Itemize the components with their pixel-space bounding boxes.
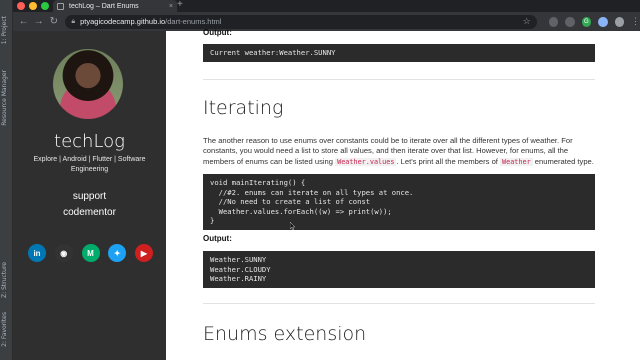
ide-side-strip: 1: Project Resource Manager Z: Structure… [0, 0, 13, 360]
output-label: Output: [203, 234, 232, 243]
tab-title: techLog – Dart Enums [69, 2, 139, 10]
site-brand[interactable]: techLog [13, 131, 166, 152]
section-divider [203, 303, 595, 304]
ide-tab-project[interactable]: 1: Project [1, 16, 8, 44]
extension-icon[interactable] [548, 16, 559, 27]
twitter-icon[interactable]: ✦ [108, 244, 127, 262]
back-button[interactable]: ← [16, 16, 31, 27]
author-avatar [53, 49, 123, 119]
support-link[interactable]: support [13, 191, 166, 202]
ide-tab-structure[interactable]: Z: Structure [1, 262, 8, 298]
browser-menu-icon[interactable]: ⋮ [631, 16, 640, 27]
new-tab-button[interactable]: + [177, 0, 183, 10]
browser-tab-active[interactable]: techLog – Dart Enums × [53, 0, 177, 12]
browser-toolbar: ← → ↻ 🔒︎ ptyagicodecamp.github.io/dart-e… [13, 12, 640, 31]
code-block-output-top: Current weather:Weather.SUNNY [203, 44, 595, 62]
article-content: Output: Current weather:Weather.SUNNY It… [166, 28, 640, 360]
forward-button[interactable]: → [31, 16, 46, 27]
paragraph-text: . Let's print all the members of [396, 156, 501, 166]
url-host: ptyagicodecamp.github.io [80, 17, 166, 26]
medium-icon[interactable]: M [81, 244, 100, 262]
linkedin-icon[interactable]: in [28, 244, 46, 262]
extension-icon[interactable] [598, 16, 608, 27]
site-tagline: Explore | Android | Flutter | Software E… [33, 156, 146, 173]
tab-close-icon[interactable]: × [169, 3, 173, 10]
browser-tab-bar: techLog – Dart Enums × + [13, 0, 640, 12]
window-controls [17, 2, 49, 10]
code-block-output: Weather.SUNNY Weather.CLOUDY Weather.RAI… [203, 251, 595, 288]
url-path: /dart-enums.html [165, 17, 222, 26]
youtube-icon[interactable]: ▶ [135, 244, 153, 262]
blog-sidebar: techLog Explore | Android | Flutter | So… [13, 31, 166, 360]
paragraph-text: enumerated type. [532, 156, 594, 166]
page-favicon-icon [57, 2, 64, 10]
output-label: Output: [203, 28, 232, 37]
codementor-link[interactable]: codementor [13, 207, 166, 218]
code-block-iterating: void mainIterating() { //#2. enums can i… [203, 174, 595, 230]
paragraph-iterating: The another reason to use enums over con… [203, 136, 599, 167]
profile-avatar-icon[interactable] [614, 16, 625, 27]
social-links: in ◉ M ✦ ▶ [28, 244, 153, 262]
maximize-window-button[interactable] [41, 2, 49, 10]
section-divider [203, 79, 595, 80]
bookmark-star-icon[interactable]: ☆ [523, 16, 531, 27]
inline-code-weather-values: Weather.values [335, 157, 397, 166]
grammarly-extension-icon[interactable]: G [581, 16, 592, 27]
ide-tab-resource-manager[interactable]: Resource Manager [1, 70, 8, 126]
minimize-window-button[interactable] [29, 2, 37, 10]
reload-button[interactable]: ↻ [46, 16, 61, 27]
lock-icon[interactable]: 🔒︎ [71, 18, 75, 26]
extension-icon[interactable] [565, 16, 575, 27]
address-bar[interactable]: 🔒︎ ptyagicodecamp.github.io/dart-enums.h… [65, 14, 537, 29]
heading-enums-extension: Enums extension [203, 323, 367, 345]
inline-code-weather: Weather [500, 157, 533, 166]
close-window-button[interactable] [17, 2, 25, 10]
github-icon[interactable]: ◉ [54, 244, 73, 262]
ide-tab-favorites[interactable]: 2: Favorites [1, 312, 8, 347]
text-cursor-icon [290, 222, 295, 230]
heading-iterating: Iterating [203, 97, 284, 119]
